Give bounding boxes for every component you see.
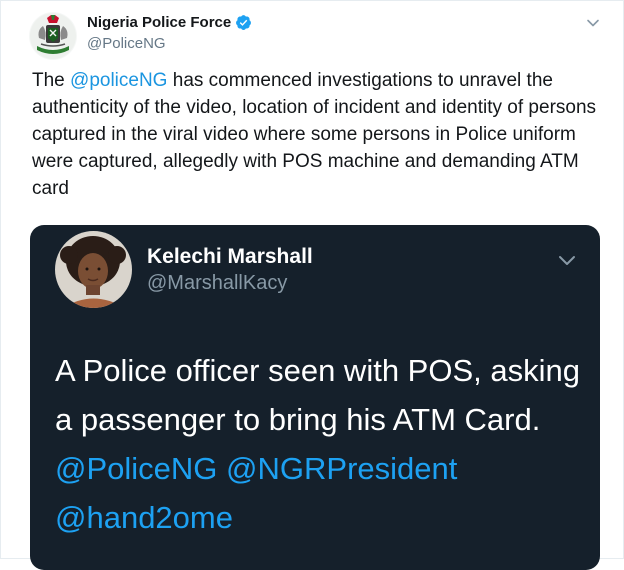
quoted-avatar — [55, 231, 132, 308]
quoted-mention: @PoliceNG — [55, 451, 218, 486]
author-handle[interactable]: @PoliceNG — [87, 35, 166, 52]
quoted-tweet-screenshot[interactable]: Kelechi Marshall @MarshallKacy A Police … — [30, 225, 600, 570]
quoted-text-body: A Police officer seen with POS, asking a… — [55, 353, 580, 437]
quoted-handle: @MarshallKacy — [147, 272, 288, 294]
mention-link[interactable]: @policeNG — [70, 70, 167, 91]
quoted-mention: @NGRPresident — [226, 451, 458, 486]
tweet-text: The @policeNG has commenced investigatio… — [32, 67, 602, 202]
police-crest-icon — [29, 12, 77, 60]
author-name-row: Nigeria Police Force — [87, 14, 252, 31]
chevron-down-icon — [559, 256, 575, 265]
tweet-text-prefix: The — [32, 70, 71, 91]
author-display-name[interactable]: Nigeria Police Force — [87, 14, 231, 31]
chevron-down-icon[interactable] — [585, 15, 601, 31]
quoted-mention: @hand2ome — [55, 500, 233, 535]
person-photo-icon — [55, 231, 132, 308]
tweet-card: Nigeria Police Force @PoliceNG The @poli… — [0, 0, 624, 570]
verified-badge-icon — [236, 15, 252, 30]
avatar[interactable] — [29, 12, 77, 60]
quoted-text: A Police officer seen with POS, asking a… — [55, 346, 585, 542]
quoted-display-name: Kelechi Marshall — [147, 245, 313, 268]
